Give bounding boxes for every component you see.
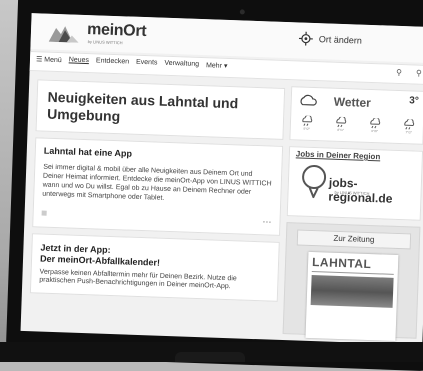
camera (240, 9, 245, 14)
nav-item-events[interactable]: Events (136, 59, 158, 68)
image-placeholder (42, 211, 47, 216)
user-icon[interactable]: ⚲ (396, 68, 402, 77)
forecast-day: 6°/0° (364, 118, 387, 134)
forecast-day: 8°/1° (330, 117, 353, 133)
article-card[interactable]: Lahntal hat eine App Sei immer digital &… (32, 137, 283, 236)
change-location-button[interactable]: Ort ändern (299, 31, 362, 47)
brand-subtitle: by LINUS WITTICH (88, 39, 123, 45)
location-target-icon (299, 31, 313, 45)
rain-icon (301, 116, 313, 127)
more-options-button[interactable]: ··· (262, 218, 271, 228)
change-location-label: Ort ändern (319, 34, 362, 45)
divider (312, 271, 394, 275)
article-title[interactable]: Jetzt in der App: Der meinOrt-Abfallkale… (40, 243, 271, 273)
rain-icon (403, 119, 415, 130)
nav-item-verwaltung[interactable]: Verwaltung (164, 60, 199, 69)
article-card[interactable]: Jetzt in der App: Der meinOrt-Abfallkale… (30, 233, 280, 302)
main-column: Neuigkeiten aus Lahntal und Umgebung Lah… (30, 79, 286, 308)
jobs-widget[interactable]: Jobs in Deiner Region jobs-regional.de b… (287, 146, 423, 221)
forecast-row: 5°/2° 8°/1° 6°/0° 7°/2° (296, 115, 420, 134)
zur-zeitung-button[interactable]: Zur Zeitung (297, 229, 411, 249)
article-title[interactable]: Lahntal hat eine App (44, 147, 274, 164)
forecast-day: 5°/2° (296, 115, 319, 131)
nav-item-entdecken[interactable]: Entdecken (96, 57, 129, 66)
laptop-hinge (175, 352, 245, 362)
sidebar: Wetter 3° 5°/2° 8°/1° 6°/0° (283, 86, 423, 339)
menu-button[interactable]: ☰ Menü (36, 55, 62, 64)
article-body: Verpasse keinen Abfalltermin mehr für De… (39, 269, 269, 293)
newspaper-widget: Zur Zeitung LAHNTAL (283, 222, 421, 339)
nav-item-neues[interactable]: Neues (69, 56, 90, 65)
nav-item-mehr[interactable]: Mehr ▾ (206, 61, 228, 70)
current-temperature: 3° (409, 95, 419, 106)
weather-title: Wetter (333, 95, 371, 110)
jobs-title-link[interactable]: Jobs in Deiner Region (296, 149, 381, 161)
search-icon[interactable]: ⚲ (416, 69, 422, 78)
article-body: Sei immer digital & mobil über alle Neui… (42, 163, 273, 207)
laptop-frame: meinOrt by LINUS WITTICH Ort ändern ☰ Me… (6, 0, 423, 371)
cloud-sun-icon (298, 92, 319, 109)
weather-widget[interactable]: Wetter 3° 5°/2° 8°/1° 6°/0° (289, 86, 423, 145)
page-title: Neuigkeiten aus Lahntal und Umgebung (36, 79, 286, 140)
brand-name[interactable]: meinOrt (87, 21, 147, 41)
jobs-pin-icon (300, 164, 327, 199)
meinort-logo-icon[interactable] (49, 22, 80, 43)
screen: meinOrt by LINUS WITTICH Ort ändern ☰ Me… (21, 13, 423, 345)
forecast-day: 7°/2° (398, 119, 421, 135)
cover-photo (311, 275, 394, 308)
rain-icon (369, 118, 381, 129)
newspaper-cover[interactable]: LAHNTAL (305, 252, 398, 341)
newspaper-title: LAHNTAL (312, 255, 372, 271)
rain-icon (335, 117, 347, 128)
